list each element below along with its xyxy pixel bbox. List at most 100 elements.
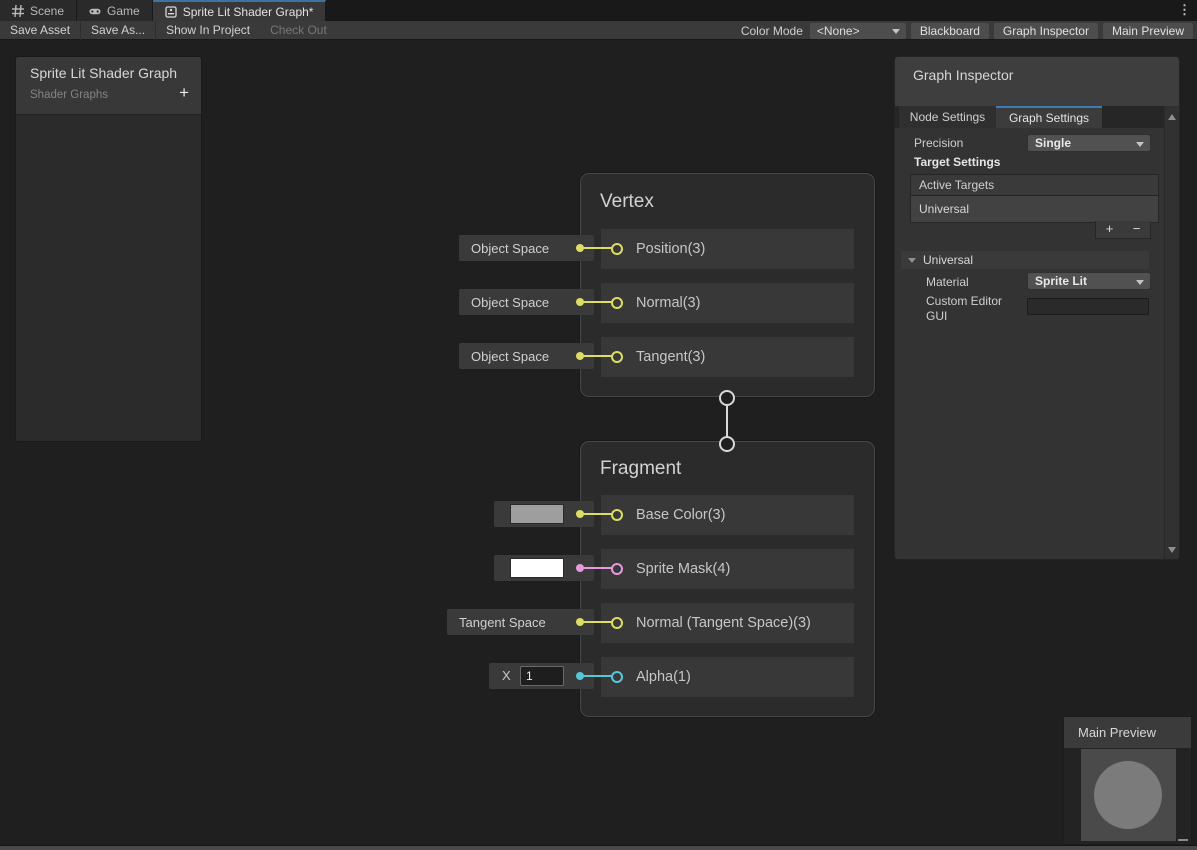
fragment-spritemask-row[interactable]: Sprite Mask(4) <box>601 549 854 589</box>
blackboard-title: Sprite Lit Shader Graph <box>30 65 177 81</box>
blackboard-toggle-button[interactable]: Blackboard <box>911 23 989 39</box>
universal-foldout-label: Universal <box>923 253 973 267</box>
alpha-value-control[interactable]: X 1 <box>489 663 594 689</box>
custom-editor-gui-label: Custom Editor GUI <box>926 294 1021 324</box>
port-label: Position(3) <box>636 241 705 257</box>
normal-space-dropdown[interactable]: Object Space <box>459 289 594 315</box>
sprite-mask-swatch-control[interactable] <box>494 555 594 581</box>
scrollbar-up-icon[interactable] <box>1168 114 1176 120</box>
graph-inspector-toggle-button[interactable]: Graph Inspector <box>994 23 1098 39</box>
precision-dropdown[interactable]: Single <box>1027 134 1151 152</box>
normal-space-dropdown-fragment[interactable]: Tangent Space <box>447 609 594 635</box>
stack-connection-bottom-icon[interactable] <box>719 436 735 452</box>
chevron-down-icon <box>892 29 900 34</box>
position-space-dropdown[interactable]: Object Space <box>459 235 594 261</box>
tab-label: Game <box>107 4 140 18</box>
save-asset-button[interactable]: Save Asset <box>0 21 81 40</box>
tab-node-settings[interactable]: Node Settings <box>899 106 996 128</box>
target-list-buttons: + − <box>1095 221 1151 239</box>
blackboard-header: Sprite Lit Shader Graph Shader Graphs + <box>16 57 201 115</box>
blackboard-panel[interactable]: Sprite Lit Shader Graph Shader Graphs + <box>15 56 202 442</box>
preview-viewport[interactable] <box>1081 749 1176 841</box>
dropdown-value: Object Space <box>471 349 549 364</box>
window-tab-bar: Scene Game Sprite Lit Shader Graph* ⋮ <box>0 0 1197 21</box>
graph-inspector-header: Graph Inspector <box>895 57 1179 106</box>
port-dot-icon <box>576 618 584 626</box>
input-port-icon[interactable] <box>611 509 623 521</box>
add-property-button[interactable]: + <box>179 83 189 103</box>
x-component-label: X <box>502 668 511 683</box>
target-item-universal[interactable]: Universal <box>911 196 1158 222</box>
scene-grid-icon <box>12 5 24 17</box>
active-targets-list[interactable]: Active Targets Universal <box>910 174 1159 223</box>
dropdown-value: Object Space <box>471 241 549 256</box>
tab-game[interactable]: Game <box>77 0 153 21</box>
graph-inspector-panel[interactable]: Graph Inspector Node Settings Graph Sett… <box>894 56 1180 560</box>
color-mode-value: <None> <box>817 24 860 38</box>
port-label: Tangent(3) <box>636 349 705 365</box>
port-dot-icon <box>576 244 584 252</box>
stack-connection-top-icon[interactable] <box>719 390 735 406</box>
port-label: Normal(3) <box>636 295 700 311</box>
port-dot-icon <box>576 564 584 572</box>
port-dot-icon <box>576 672 584 680</box>
tab-label: Sprite Lit Shader Graph* <box>183 5 314 19</box>
target-settings-label: Target Settings <box>914 155 1000 169</box>
material-dropdown[interactable]: Sprite Lit <box>1027 272 1151 290</box>
fragment-alpha-row[interactable]: Alpha(1) <box>601 657 854 697</box>
main-preview-toggle-button[interactable]: Main Preview <box>1103 23 1193 39</box>
blackboard-subtitle: Shader Graphs <box>30 89 108 101</box>
vertex-node-title: Vertex <box>581 174 874 229</box>
color-mode-label: Color Mode <box>741 24 803 38</box>
tab-shader-graph[interactable]: Sprite Lit Shader Graph* <box>153 0 327 21</box>
check-out-button: Check Out <box>260 21 337 40</box>
shader-graph-window: Scene Game Sprite Lit Shader Graph* ⋮ Sa… <box>0 0 1197 850</box>
input-port-icon[interactable] <box>611 671 623 683</box>
tangent-space-dropdown[interactable]: Object Space <box>459 343 594 369</box>
input-port-icon[interactable] <box>611 351 623 363</box>
tab-scene[interactable]: Scene <box>0 0 77 21</box>
main-preview-panel[interactable]: Main Preview <box>1063 716 1192 845</box>
port-dot-icon <box>576 298 584 306</box>
fragment-node[interactable]: Fragment Base Color(3) Sprite Mask(4) No… <box>580 441 875 717</box>
port-label: Alpha(1) <box>636 669 691 685</box>
color-swatch[interactable] <box>510 558 564 578</box>
input-port-icon[interactable] <box>611 617 623 629</box>
fragment-normal-row[interactable]: Normal (Tangent Space)(3) <box>601 603 854 643</box>
color-mode-dropdown[interactable]: <None> <box>810 23 906 39</box>
show-in-project-button[interactable]: Show In Project <box>156 21 260 40</box>
input-port-icon[interactable] <box>611 297 623 309</box>
graph-toolbar: Save Asset Save As... Show In Project Ch… <box>0 21 1197 40</box>
active-targets-header: Active Targets <box>911 175 1158 196</box>
resize-handle[interactable] <box>1178 839 1188 841</box>
save-as-button[interactable]: Save As... <box>81 21 156 40</box>
color-swatch[interactable] <box>510 504 564 524</box>
inspector-scrollbar[interactable] <box>1164 106 1179 559</box>
fragment-basecolor-row[interactable]: Base Color(3) <box>601 495 854 535</box>
universal-foldout[interactable]: Universal <box>901 251 1149 269</box>
graph-inspector-title: Graph Inspector <box>913 67 1013 83</box>
main-preview-title: Main Preview <box>1064 717 1191 748</box>
base-color-swatch-control[interactable] <box>494 501 594 527</box>
input-port-icon[interactable] <box>611 243 623 255</box>
vertex-normal-row[interactable]: Normal(3) <box>601 283 854 323</box>
port-dot-icon <box>576 352 584 360</box>
custom-editor-gui-field[interactable] <box>1027 298 1149 315</box>
port-label: Normal (Tangent Space)(3) <box>636 615 811 631</box>
kebab-menu-icon[interactable]: ⋮ <box>1178 2 1191 18</box>
alpha-x-field[interactable]: 1 <box>520 666 564 686</box>
vertex-position-row[interactable]: Position(3) <box>601 229 854 269</box>
vertex-tangent-row[interactable]: Tangent(3) <box>601 337 854 377</box>
precision-label: Precision <box>914 136 963 150</box>
scrollbar-down-icon[interactable] <box>1168 547 1176 553</box>
chevron-down-icon <box>1136 142 1144 147</box>
foldout-arrow-icon <box>908 258 916 263</box>
precision-value: Single <box>1035 136 1071 150</box>
preview-sphere <box>1094 761 1162 829</box>
material-label: Material <box>926 275 969 289</box>
input-port-icon[interactable] <box>611 563 623 575</box>
tab-graph-settings[interactable]: Graph Settings <box>996 106 1102 128</box>
add-target-button[interactable]: + <box>1096 221 1123 238</box>
remove-target-button[interactable]: − <box>1123 221 1150 238</box>
vertex-node[interactable]: Vertex Position(3) Normal(3) Tangent(3) <box>580 173 875 397</box>
